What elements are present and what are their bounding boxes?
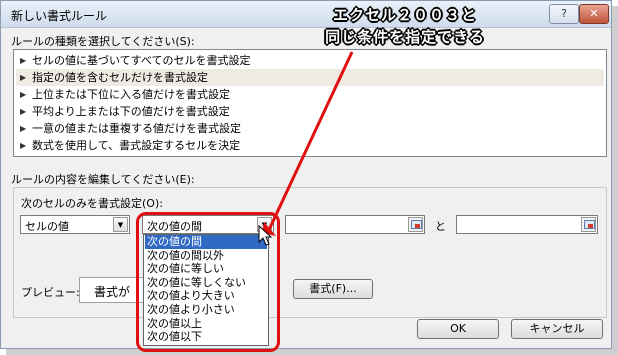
annotation-line-2: 同じ条件を指定できる: [325, 28, 485, 46]
annotation-arrow: [262, 51, 354, 236]
mouse-cursor-icon: [258, 225, 273, 246]
annotation-arrow-line: [266, 51, 354, 233]
annotation-text: エクセル２００３と 同じ条件を指定できる: [305, 4, 505, 48]
annotation-line-1: エクセル２００３と: [332, 6, 477, 24]
